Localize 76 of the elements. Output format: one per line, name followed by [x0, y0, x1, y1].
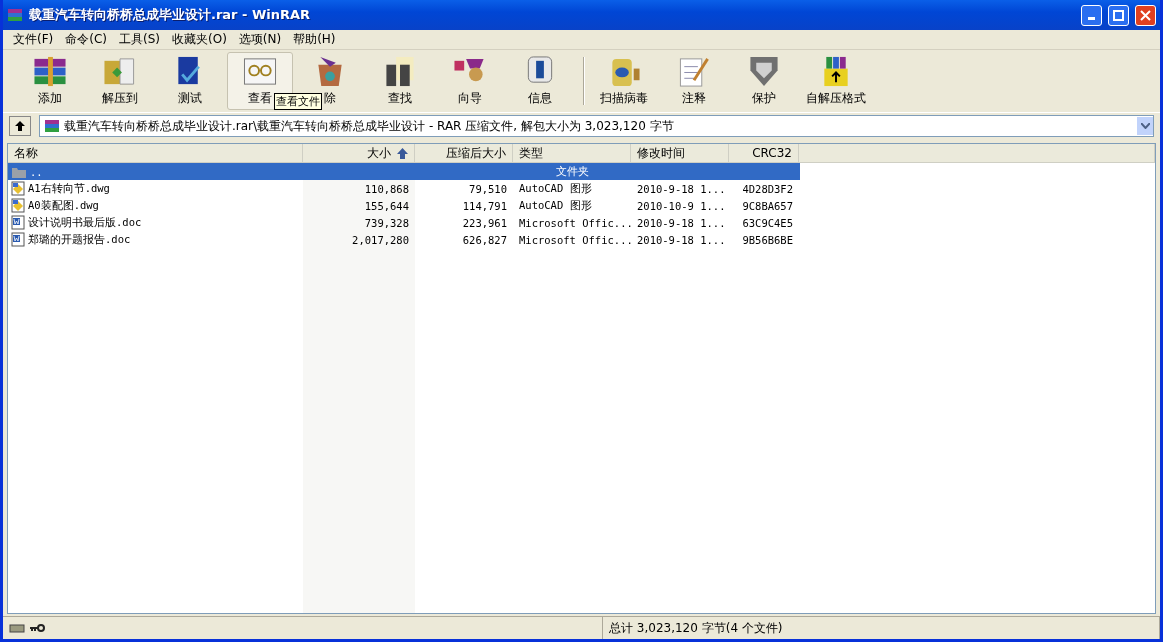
table-cell-text: 739,328: [363, 215, 410, 231]
tooltip: 查看文件: [274, 93, 322, 110]
drawing-file-icon: [11, 198, 25, 213]
minimize-button[interactable]: [1081, 4, 1102, 26]
table-cell-text: 114,791: [461, 198, 508, 214]
sort-arrow-icon: [397, 147, 408, 159]
table-cell-text: 9B56B6BE: [741, 232, 794, 248]
maximize-icon: [1113, 9, 1124, 21]
table-cell-text: 223,961: [461, 215, 508, 231]
table-cell-text: 110,868: [363, 181, 410, 197]
books-icon: [44, 118, 60, 134]
close-button[interactable]: [1135, 4, 1156, 26]
toolbar-button[interactable]: 扫描病毒: [591, 52, 657, 110]
key-icon: [29, 622, 45, 634]
address-field[interactable]: 载重汽车转向桥桥总成毕业设计.rar\载重汽车转向桥桥总成毕业设计 - RAR 压缩文件, 解包大小为 3,023,120 字节: [39, 115, 1154, 137]
file-name: 设计说明书最后版.doc: [28, 215, 142, 230]
column-header[interactable]: 修改时间: [631, 144, 729, 162]
toolbar-button[interactable]: 测试: [157, 52, 223, 110]
table-cell-text: 2,017,280: [351, 232, 410, 248]
column-header[interactable]: 压缩后大小: [415, 144, 513, 162]
table-cell-text: 4D28D3F2: [741, 181, 794, 197]
word-document-icon: [11, 232, 25, 247]
toolbar-button[interactable]: 信息: [507, 52, 573, 110]
menu-item[interactable]: 文件(F): [7, 31, 60, 48]
column-header[interactable]: 名称: [8, 144, 303, 162]
column-header[interactable]: 大小: [303, 144, 415, 162]
table-cell-text: 79,510: [468, 181, 508, 197]
drawing-file-icon: [11, 181, 25, 196]
drive-icon: [9, 622, 25, 634]
table-cell-text: 2010-9-18 1...: [636, 232, 727, 248]
file-row[interactable]: A1右转向节.dwg 110,868 79,510 AutoCAD 图形 2010-9-18 1... 4D28D3F2: [8, 180, 800, 197]
column-header[interactable]: 类型: [513, 144, 631, 162]
file-name: ..: [30, 165, 43, 178]
toolbar-button[interactable]: 自解压格式: [801, 52, 871, 110]
window-title: 载重汽车转向桥桥总成毕业设计.rar - WinRAR: [29, 6, 312, 24]
table-cell-text: AutoCAD 图形: [518, 197, 593, 213]
column-header[interactable]: CRC32: [729, 144, 799, 162]
file-row[interactable]: 郑璐的开题报告.doc 2,017,280 626,827 Microsoft Offic... 2010-9-18 1... 9B56B6BE: [8, 231, 800, 248]
table-cell-text: Microsoft Offic...: [518, 215, 631, 231]
table-cell-text: AutoCAD 图形: [518, 180, 593, 196]
menu-item[interactable]: 帮助(H): [287, 31, 342, 48]
toolbar-button[interactable]: 查找: [367, 52, 433, 110]
table-cell-text: 626,827: [461, 232, 508, 248]
menu-item[interactable]: 工具(S): [113, 31, 166, 48]
maximize-button[interactable]: [1108, 4, 1129, 26]
toolbar-button[interactable]: 解压到: [87, 52, 153, 110]
file-row[interactable]: .. 文件夹: [8, 163, 800, 180]
table-cell-text: 63C9C4E5: [741, 215, 794, 231]
table-cell-text: Microsoft Offic...: [518, 232, 631, 248]
close-icon: [1140, 9, 1151, 21]
table-cell-text: 9C8BA657: [741, 198, 794, 214]
toolbar-button[interactable]: 注释: [661, 52, 727, 110]
table-cell-text: 2010-10-9 1...: [636, 198, 727, 214]
toolbar-button[interactable]: 添加: [17, 52, 83, 110]
toolbar-button[interactable]: 保护: [731, 52, 797, 110]
word-document-icon: [11, 215, 25, 230]
table-cell-text: 文件夹: [554, 163, 590, 179]
toolbar-button[interactable]: 向导: [437, 52, 503, 110]
table-cell-text: 155,644: [363, 198, 410, 214]
menu-item[interactable]: 收藏夹(O): [166, 31, 233, 48]
table-cell-text: 2010-9-18 1...: [636, 181, 727, 197]
file-name: A0装配图.dwg: [28, 198, 99, 213]
up-arrow-icon: [14, 120, 26, 132]
file-row[interactable]: 设计说明书最后版.doc 739,328 223,961 Microsoft Offic... 2010-9-18 1... 63C9C4E5: [8, 214, 800, 231]
up-folder-button[interactable]: [9, 116, 31, 136]
chevron-down-icon: [1140, 123, 1150, 129]
dropdown-button[interactable]: [1137, 117, 1153, 135]
books-icon: [7, 7, 23, 23]
menu-item[interactable]: 选项(N): [232, 31, 288, 48]
minimize-icon: [1088, 16, 1095, 20]
table-cell-text: 2010-9-18 1...: [636, 215, 727, 231]
file-row[interactable]: A0装配图.dwg 155,644 114,791 AutoCAD 图形 2010-10-9 1... 9C8BA657: [8, 197, 800, 214]
file-name: 郑璐的开题报告.doc: [28, 232, 131, 247]
file-name: A1右转向节.dwg: [28, 181, 110, 196]
menu-item[interactable]: 命令(C): [59, 31, 113, 48]
status-text: 总计 3,023,120 字节(4 个文件): [609, 619, 783, 637]
